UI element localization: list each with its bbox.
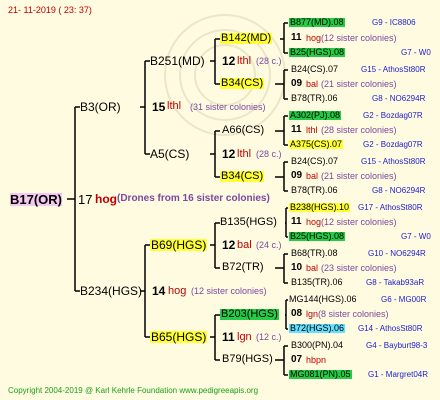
gen4-mating-mark: bal	[306, 263, 319, 273]
gen3-queen-id[interactable]: B34(CS)	[220, 78, 265, 89]
gen1-note: (31 sister colonies)	[190, 102, 266, 112]
gen4-sister-count: 09	[291, 78, 303, 89]
gen4-sister-count: 08	[291, 308, 303, 319]
gen4-sister-count: 07	[291, 354, 303, 365]
gen4-origin: G14 - AthosSt80R	[358, 324, 423, 333]
gen4-origin: G15 - AthosSt80R	[361, 157, 426, 166]
gen4-note: (21 sister colonies)	[321, 171, 397, 181]
gen3-queen-id[interactable]: A66(CS)	[222, 125, 264, 136]
gen4-origin: G9 - IC8806	[372, 18, 416, 27]
gen3-queen-id[interactable]: B203(HGS)	[220, 309, 279, 320]
gen4-sister-count: 09	[291, 170, 303, 181]
gen4-note: (23 sister colonies)	[321, 263, 397, 273]
footer-copyright: Copyright 2004-2019 @ Karl Kehrle Founda…	[8, 386, 259, 395]
report-date: 21- 11-2019 ( 23: 37)	[8, 5, 92, 15]
gen4-sister-count: 11	[291, 32, 302, 43]
gen2-note: (24 c.)	[256, 240, 282, 250]
root-sister-count: 17	[78, 192, 93, 207]
gen3-queen-id[interactable]: B72(TR)	[222, 262, 264, 273]
gen4-note: (12 sister colonies)	[321, 33, 397, 43]
gen2-note: (28 c.)	[256, 149, 282, 159]
gen2-sister-count: 11	[222, 330, 235, 344]
gen4-note: (8 sister colonies)	[318, 309, 389, 319]
gen2-sister-count: 12	[222, 238, 236, 252]
gen4-queen-id[interactable]: B135(TR).06	[291, 278, 343, 287]
gen3-queen-id[interactable]: B34(CS)	[220, 171, 265, 182]
gen4-mating-mark: hbpn	[306, 355, 327, 365]
gen4-origin: G8 - Takab93aR	[366, 278, 425, 287]
gen2-mating-mark: lgn	[237, 331, 252, 343]
root-mating-mark: hog	[95, 192, 117, 206]
gen4-origin: G2 - Bozdag07R	[363, 111, 423, 120]
gen2-mating-mark: bal	[237, 239, 252, 251]
gen4-mating-mark: lgn	[306, 309, 319, 319]
root-drone-note: (Drones from 16 sister colonies)	[117, 193, 270, 204]
gen4-origin: G2 - Bozdag07R	[363, 140, 423, 149]
gen2-queen-id[interactable]: B65(HGS)	[150, 331, 208, 343]
gen4-queen-id[interactable]: MG081(PN).05	[289, 370, 352, 379]
gen2-note: (28 c.)	[256, 56, 282, 66]
gen4-queen-id[interactable]: B238(HGS).10	[289, 203, 351, 212]
gen1-note: (12 sister colonies)	[191, 286, 267, 296]
gen4-queen-id[interactable]: B68(TR).08	[291, 249, 338, 258]
gen2-queen-id[interactable]: A5(CS)	[150, 148, 189, 160]
gen2-sister-count: 12	[222, 147, 236, 161]
gen4-sister-count: 11	[291, 216, 302, 227]
gen4-mating-mark: hog	[306, 217, 322, 227]
gen4-sister-count: 10	[291, 262, 303, 273]
gen2-queen-id[interactable]: B69(HGS)	[150, 239, 208, 251]
gen3-queen-id[interactable]: B135(HGS)	[220, 217, 277, 228]
gen4-queen-id[interactable]: B24(CS).07	[291, 65, 338, 74]
gen4-queen-id[interactable]: A375(CS).07	[289, 140, 344, 149]
gen1-mating-mark: lthl	[167, 100, 182, 112]
gen4-mating-mark: lthl	[306, 125, 318, 135]
gen1-mating-mark: hog	[168, 285, 187, 297]
gen4-sister-count: 11	[291, 124, 302, 135]
gen2-mating-mark: lthl	[237, 148, 252, 160]
gen4-queen-id[interactable]: B78(TR).06	[291, 94, 338, 103]
gen4-origin: G7 - W0	[401, 232, 431, 241]
gen2-sister-count: 12	[222, 54, 236, 68]
gen4-queen-id[interactable]: B25(HGS).08	[289, 48, 346, 57]
gen4-origin: G15 - AthosSt80R	[361, 65, 426, 74]
gen4-origin: G8 - NO6294R	[372, 94, 426, 103]
gen3-queen-id[interactable]: B79(HGS)	[222, 354, 273, 365]
gen1-queen-id[interactable]: B3(OR)	[80, 101, 121, 113]
gen4-origin: G4 - Bayburt98-3	[366, 341, 428, 350]
gen1-queen-id[interactable]: B234(HGS)	[80, 285, 142, 297]
gen4-origin: G10 - NO6294R	[368, 249, 426, 258]
gen4-note: (12 sister colonies)	[321, 217, 397, 227]
gen4-queen-id[interactable]: MG144(HGS).06	[289, 295, 357, 304]
gen4-origin: G6 - MG00R	[381, 295, 427, 304]
gen4-note: (28 sister colonies)	[321, 125, 397, 135]
gen4-queen-id[interactable]: B78(TR).06	[291, 186, 338, 195]
gen2-mating-mark: lthl	[237, 55, 252, 67]
gen4-queen-id[interactable]: B25(HGS).08	[289, 232, 346, 241]
gen4-queen-id[interactable]: B24(CS).07	[291, 157, 338, 166]
gen1-sister-count: 14	[152, 284, 166, 298]
gen4-origin: G17 - AthosSt80R	[358, 203, 423, 212]
gen1-sister-count: 15	[152, 100, 166, 114]
gen4-queen-id[interactable]: B877(MD).08	[289, 18, 345, 27]
gen4-origin: G1 - Margret04R	[368, 370, 429, 379]
gen4-queen-id[interactable]: A302(PJ).08	[289, 111, 342, 120]
gen4-queen-id[interactable]: B72(HGS).06	[289, 324, 346, 333]
gen4-origin: G8 - NO6294R	[372, 186, 426, 195]
gen4-note: (21 sister colonies)	[321, 79, 397, 89]
gen4-origin: G7 - W0	[401, 48, 431, 57]
gen2-queen-id[interactable]: B251(MD)	[150, 55, 205, 67]
pedigree-frame: 21- 11-2019 ( 23: 37) B17(OR) 17 hog (Dr…	[0, 0, 440, 400]
gen3-queen-id[interactable]: B142(MD)	[220, 33, 273, 44]
gen4-queen-id[interactable]: B300(PN).04	[291, 341, 343, 350]
gen4-mating-mark: bal	[306, 171, 319, 181]
gen4-mating-mark: hog	[306, 33, 322, 43]
gen4-mating-mark: bal	[306, 79, 319, 89]
root-queen-id[interactable]: B17(OR)	[10, 193, 63, 206]
gen2-note: (12 c.)	[256, 332, 282, 342]
